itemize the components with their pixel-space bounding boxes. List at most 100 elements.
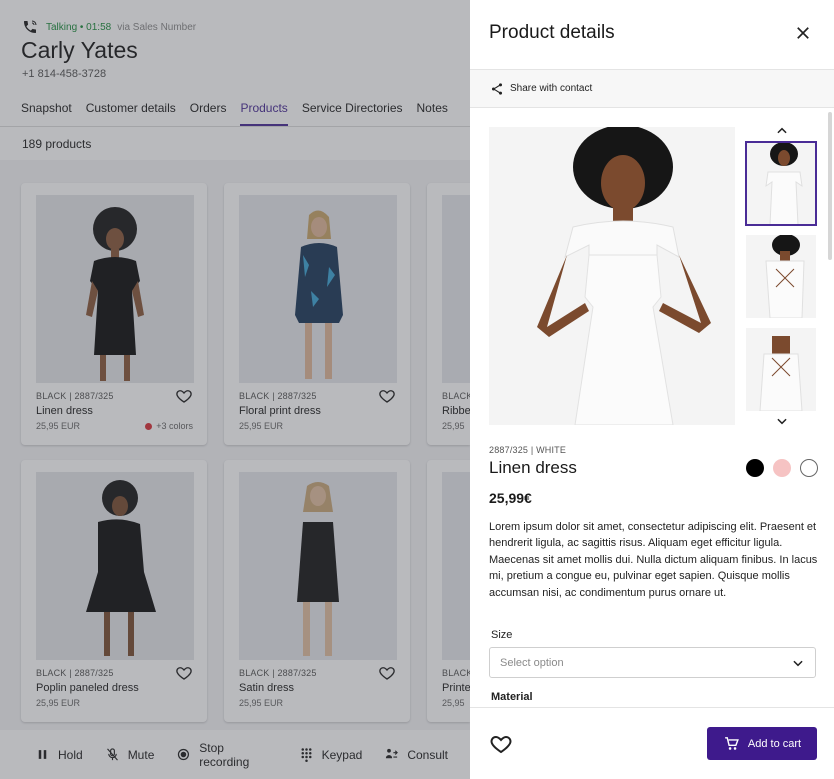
product-description: Lorem ipsum dolor sit amet, consectetur …: [489, 521, 818, 599]
swatch-white[interactable]: [800, 459, 818, 477]
product-price: 25,95: [442, 421, 465, 431]
thumbnail-3[interactable]: [746, 328, 816, 411]
mic-off-icon: [106, 748, 118, 761]
size-select[interactable]: Select option: [489, 647, 816, 678]
tab-notes[interactable]: Notes: [417, 101, 448, 126]
panel-title: Product details: [489, 22, 615, 43]
chevron-down-icon[interactable]: [775, 414, 789, 428]
cart-icon: [725, 737, 739, 750]
share-icon: [491, 82, 503, 95]
product-meta: BLACK: [442, 668, 473, 678]
product-price: 25,95 EUR: [36, 698, 81, 708]
size-label: Size: [491, 629, 513, 641]
product-price: 25,95 EUR: [36, 421, 81, 431]
product-price: 25,95 EUR: [239, 421, 284, 431]
product-count: 189 products: [22, 137, 92, 151]
product-card[interactable]: BLACK | 2887/325 Linen dress 25,95 EUR +…: [21, 183, 207, 445]
tab-snapshot[interactable]: Snapshot: [21, 101, 72, 126]
heart-icon[interactable]: [378, 387, 396, 405]
mute-button[interactable]: Mute: [105, 747, 155, 762]
product-image: [36, 472, 194, 660]
customer-tabs: Snapshot Customer details Orders Product…: [21, 101, 462, 126]
product-name: Linen dress: [489, 458, 577, 477]
add-to-cart-label: Add to cart: [747, 737, 802, 750]
keypad-button[interactable]: Keypad: [299, 747, 362, 762]
tab-orders[interactable]: Orders: [190, 101, 227, 126]
scrollbar[interactable]: [828, 112, 832, 260]
product-name: Linen dress: [36, 405, 93, 417]
chevron-down-icon: [793, 660, 803, 666]
product-image: [239, 195, 397, 383]
tab-customer-details[interactable]: Customer details: [86, 101, 176, 126]
hold-button[interactable]: Hold: [35, 747, 83, 762]
share-label: Share with contact: [510, 83, 593, 94]
product-sku: 2887/325 | WHITE: [489, 445, 567, 455]
material-label: Material: [491, 691, 533, 703]
hold-label: Hold: [58, 747, 83, 762]
chevron-up-icon[interactable]: [775, 124, 789, 138]
product-main-image: [489, 127, 735, 425]
color-dot: [145, 422, 153, 430]
product-card[interactable]: BLACK Printe 25,95: [427, 460, 473, 722]
size-placeholder: Select option: [500, 656, 564, 669]
consult-icon: [386, 748, 399, 759]
product-image: [442, 472, 470, 660]
product-meta: BLACK: [442, 391, 473, 401]
tab-service-directories[interactable]: Service Directories: [302, 101, 403, 126]
phone-call-icon: [24, 20, 37, 33]
product-card[interactable]: BLACK | 2887/325 Satin dress 25,95 EUR: [224, 460, 410, 722]
share-with-contact-button[interactable]: Share with contact: [470, 70, 834, 108]
consult-label: Consult: [407, 747, 448, 762]
color-count-label: +3 colors: [156, 421, 193, 431]
swatch-pink[interactable]: [773, 459, 791, 477]
call-controls: Hold Mute Stop recording Keypad Consult: [0, 730, 470, 779]
consult-button[interactable]: Consult: [384, 747, 448, 762]
product-card[interactable]: BLACK Ribbe 25,95: [427, 183, 473, 445]
product-card[interactable]: BLACK | 2887/325 Floral print dress 25,9…: [224, 183, 410, 445]
record-icon: [178, 748, 190, 761]
product-price: 25,95 EUR: [239, 698, 284, 708]
thumbnail-2[interactable]: [746, 235, 816, 318]
call-timer: Talking • 01:58: [46, 21, 112, 33]
product-meta: BLACK | 2887/325: [239, 668, 317, 678]
thumbnail-1[interactable]: [745, 141, 817, 226]
product-name: Floral print dress: [239, 405, 321, 417]
product-image: [239, 472, 397, 660]
tab-products[interactable]: Products: [240, 101, 288, 126]
product-name: Poplin paneled dress: [36, 682, 139, 694]
color-count: +3 colors: [145, 421, 193, 431]
product-name: Satin dress: [239, 682, 295, 694]
product-price: 25,95: [442, 698, 465, 708]
call-status: Talking • 01:58 via Sales Number: [22, 19, 196, 35]
heart-icon[interactable]: [175, 387, 193, 405]
contact-name: Carly Yates: [21, 37, 138, 63]
product-image: [442, 195, 470, 383]
pause-icon: [38, 750, 47, 759]
call-line: via Sales Number: [117, 21, 197, 33]
divider: [0, 126, 470, 127]
product-name: Printe: [442, 682, 471, 694]
product-grid: BLACK | 2887/325 Linen dress 25,95 EUR +…: [0, 160, 473, 730]
stop-recording-label: Stop recording: [199, 740, 250, 769]
product-image: [36, 195, 194, 383]
product-card[interactable]: BLACK | 2887/325 Poplin paneled dress 25…: [21, 460, 207, 722]
keypad-icon: [301, 748, 312, 762]
heart-icon[interactable]: [489, 732, 513, 756]
heart-icon[interactable]: [378, 664, 396, 682]
color-swatches: [746, 459, 818, 477]
swatch-black[interactable]: [746, 459, 764, 477]
contact-phone: +1 814-458-3728: [22, 68, 107, 80]
heart-icon[interactable]: [175, 664, 193, 682]
product-name: Ribbe: [442, 405, 471, 417]
product-meta: BLACK | 2887/325: [36, 391, 114, 401]
product-price: 25,99€: [489, 490, 532, 506]
panel-footer: Add to cart: [470, 707, 834, 779]
mute-label: Mute: [127, 747, 155, 762]
product-details-panel: Product details Share with contact 2887/…: [470, 0, 834, 779]
stop-recording-button[interactable]: Stop recording: [176, 741, 276, 769]
add-to-cart-button[interactable]: Add to cart: [707, 727, 817, 760]
panel-header: Product details: [470, 0, 834, 70]
product-meta: BLACK | 2887/325: [36, 668, 114, 678]
product-meta: BLACK | 2887/325: [239, 391, 317, 401]
close-icon[interactable]: [794, 24, 812, 42]
